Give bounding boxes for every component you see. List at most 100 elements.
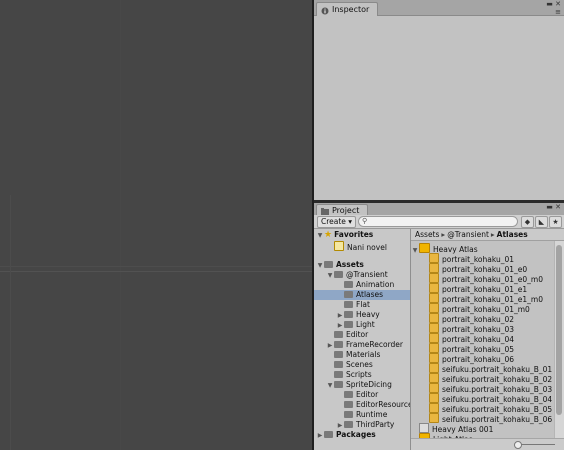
folder-icon: [334, 371, 343, 378]
tree-item-label: Assets: [336, 260, 364, 269]
asset-item[interactable]: portrait_kohaku_04: [411, 332, 554, 344]
breadcrumb-item[interactable]: @Transient: [447, 230, 489, 239]
folder-icon: [324, 261, 333, 268]
asset-item[interactable]: portrait_kohaku_01_e0: [411, 262, 554, 274]
folder-tree[interactable]: ▼ ★ Favorites Nani novel ▼ Assets ▼ @Transient A…: [314, 229, 411, 450]
tree-item[interactable]: ▼ SpriteDicing: [314, 380, 410, 390]
search-input[interactable]: ⚲: [358, 216, 518, 227]
breadcrumb: Assets ▸ @Transient ▸ Atlases: [411, 229, 564, 241]
scene-view[interactable]: [0, 0, 312, 450]
project-window-controls[interactable]: ▬ ✕: [546, 204, 561, 211]
favorite-star-icon[interactable]: ★: [549, 216, 562, 228]
asset-item[interactable]: seifuku.portrait_kohaku_B_06: [411, 412, 554, 424]
asset-item[interactable]: seifuku.portrait_kohaku_B_05: [411, 402, 554, 414]
scrollbar-thumb[interactable]: [556, 245, 562, 415]
inspector-panel: Inspector ▬ ✕ ≡: [314, 0, 564, 200]
asset-item[interactable]: portrait_kohaku_01_e1_m0: [411, 292, 554, 304]
tree-item[interactable]: Materials: [314, 350, 410, 360]
menu-icon[interactable]: ≡: [546, 9, 561, 16]
tree-item[interactable]: ▶ Heavy: [314, 310, 410, 320]
folder-icon: [344, 411, 353, 418]
tree-item[interactable]: ▼ Assets: [314, 260, 410, 270]
tree-item[interactable]: Flat: [314, 300, 410, 310]
tree-item[interactable]: Animation: [314, 280, 410, 290]
asset-item[interactable]: portrait_kohaku_03: [411, 322, 554, 334]
tree-item-label: @Transient: [346, 270, 388, 279]
tree-item[interactable]: Nani novel: [314, 240, 410, 252]
lock-icon[interactable]: ▬ ✕: [546, 1, 561, 8]
tree-item[interactable]: ▶ Light: [314, 320, 410, 330]
tree-item-label: Editor: [346, 330, 369, 339]
asset-item[interactable]: portrait_kohaku_01_e0_m0: [411, 272, 554, 284]
asset-item[interactable]: portrait_kohaku_05: [411, 342, 554, 354]
asset-list[interactable]: ▼ Heavy Atlas portrait_kohaku_01 portrait_k…: [411, 242, 554, 444]
tree-item[interactable]: EditorResources: [314, 400, 410, 410]
tree-item-label: Light: [356, 320, 375, 329]
asset-item[interactable]: seifuku.portrait_kohaku_B_01: [411, 362, 554, 374]
asset-list-footer: [411, 438, 564, 450]
tree-item[interactable]: Scripts: [314, 370, 410, 380]
favorites-star-icon: ★: [324, 230, 333, 240]
asset-item[interactable]: seifuku.portrait_kohaku_B_02: [411, 372, 554, 384]
create-button[interactable]: Create ▾: [317, 216, 357, 228]
scene-grid-line: [0, 271, 312, 272]
folder-icon: [344, 391, 353, 398]
inspector-tab-label: Inspector: [332, 5, 370, 14]
inspector-tab[interactable]: Inspector: [316, 2, 379, 16]
filter-by-type-icon[interactable]: ◆: [521, 216, 534, 228]
asset-item[interactable]: portrait_kohaku_06: [411, 352, 554, 364]
tree-item-label: Atlases: [356, 290, 384, 299]
folder-icon: [344, 301, 353, 308]
asset-item[interactable]: seifuku.portrait_kohaku_B_03: [411, 382, 554, 394]
collapse-arrow-icon[interactable]: ▶: [316, 431, 324, 441]
breadcrumb-item[interactable]: Atlases: [497, 230, 528, 239]
tree-item-label: Editor: [356, 390, 379, 399]
tree-item-label: Animation: [356, 280, 395, 289]
breadcrumb-item[interactable]: Assets: [415, 230, 439, 239]
folder-icon: [334, 381, 343, 388]
tree-item[interactable]: ▶ Packages: [314, 430, 410, 440]
tree-item-label: Scripts: [346, 370, 372, 379]
tree-item[interactable]: Editor: [314, 390, 410, 400]
filter-by-label-icon[interactable]: ◣: [535, 216, 548, 228]
icon-size-slider[interactable]: [519, 444, 555, 445]
folder-icon: [334, 341, 343, 348]
inspector-window-controls[interactable]: ▬ ✕ ≡: [546, 1, 561, 16]
tree-item[interactable]: ▶ FrameRecorder: [314, 340, 410, 350]
folder-icon: [334, 271, 343, 278]
inspector-body: [314, 16, 564, 200]
inspector-tabbar: Inspector ▬ ✕ ≡: [314, 0, 564, 16]
tree-item-label: SpriteDicing: [346, 380, 392, 389]
scene-grid-line: [0, 266, 312, 267]
icon-size-slider-knob[interactable]: [514, 441, 522, 449]
asset-item[interactable]: portrait_kohaku_01: [411, 252, 554, 264]
asset-item[interactable]: portrait_kohaku_01_e1: [411, 282, 554, 294]
folder-icon: [344, 291, 353, 298]
vertical-scrollbar[interactable]: [554, 241, 564, 438]
tree-item[interactable]: Atlases: [314, 290, 410, 300]
asset-item[interactable]: portrait_kohaku_01_m0: [411, 302, 554, 314]
folder-icon: [334, 351, 343, 358]
tree-item[interactable]: Editor: [314, 330, 410, 340]
asset-item[interactable]: seifuku.portrait_kohaku_B_04: [411, 392, 554, 404]
search-icon: ⚲: [362, 217, 368, 225]
project-panel: Project ▬ ✕ Create ▾ ⚲ ◆ ◣ ★ ▼ ★ Favorites…: [314, 203, 564, 450]
tree-item[interactable]: ▼ @Transient: [314, 270, 410, 280]
close-icon[interactable]: ▬ ✕: [546, 204, 561, 211]
chevron-right-icon: ▸: [490, 230, 495, 239]
asset-item[interactable]: Heavy Atlas 001: [411, 422, 554, 434]
chevron-right-icon: ▸: [441, 230, 446, 239]
folder-icon: [344, 401, 353, 408]
scene-grid-line: [120, 0, 121, 450]
tree-item[interactable]: ▼ ★ Favorites: [314, 230, 410, 240]
tree-item[interactable]: ▶ ThirdParty: [314, 420, 410, 430]
asset-item[interactable]: ▼ Heavy Atlas: [411, 242, 554, 254]
tree-item[interactable]: Runtime: [314, 410, 410, 420]
tree-item[interactable]: Scenes: [314, 360, 410, 370]
folder-icon: [324, 431, 333, 438]
tree-item-label: Scenes: [346, 360, 373, 369]
asset-list-pane: Assets ▸ @Transient ▸ Atlases ▼ Heavy Atlas po…: [411, 229, 564, 450]
asset-item[interactable]: portrait_kohaku_02: [411, 312, 554, 324]
scene-grid-line: [10, 195, 11, 450]
folder-icon: [344, 281, 353, 288]
